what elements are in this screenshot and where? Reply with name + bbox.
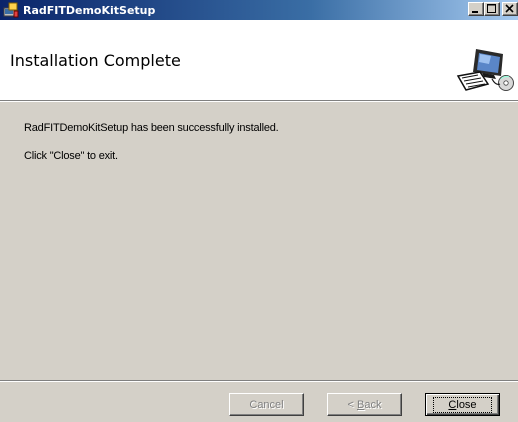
cancel-button-label: Cancel: [249, 398, 284, 411]
installer-window: RadFITDemoKitSetup Installation Complete…: [0, 0, 518, 422]
computer-with-cd-icon: [456, 49, 514, 91]
banner-divider-highlight: [0, 101, 518, 102]
installer-icon: [3, 2, 19, 18]
cancel-button[interactable]: Cancel: [229, 393, 304, 416]
minimize-button[interactable]: [468, 2, 484, 16]
back-button-prefix: <: [347, 398, 357, 411]
back-button[interactable]: < Back: [327, 393, 402, 416]
maximize-button[interactable]: [484, 2, 500, 16]
header-banner: Installation Complete: [0, 20, 518, 100]
close-icon: [505, 4, 514, 13]
back-button-label: ack: [364, 398, 382, 411]
maximize-icon: [487, 4, 496, 13]
close-button[interactable]: Close: [425, 393, 500, 416]
focus-rectangle: Close: [433, 396, 492, 413]
window-title: RadFITDemoKitSetup: [23, 3, 156, 17]
caption-buttons: [468, 2, 518, 16]
page-title: Installation Complete: [10, 51, 181, 70]
footer-divider-highlight: [0, 381, 518, 382]
success-message: RadFITDemoKitSetup has been successfully…: [24, 122, 279, 134]
back-button-mnemonic: B: [357, 398, 365, 411]
exit-instruction: Click "Close" to exit.: [24, 150, 118, 162]
title-bar[interactable]: RadFITDemoKitSetup: [0, 0, 518, 20]
close-window-button[interactable]: [502, 2, 518, 16]
minimize-icon: [472, 11, 478, 13]
close-button-label: lose: [456, 398, 477, 411]
